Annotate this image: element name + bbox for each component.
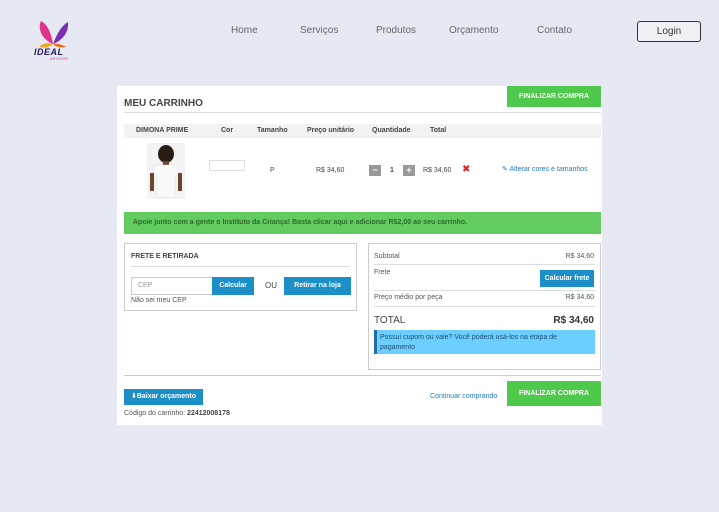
calcular-button[interactable]: Calcular	[212, 277, 254, 295]
color-swatch[interactable]	[209, 160, 245, 171]
cart-card: MEU CARRINHO FINALIZAR COMPRA DIMONA PRI…	[117, 86, 602, 425]
nao-sei-cep-link[interactable]: Não sei meu CEP	[131, 297, 187, 304]
retirar-na-loja-button[interactable]: Retirar na loja	[284, 277, 351, 295]
divider	[124, 375, 601, 376]
col-preco-unitario: Preço unitário	[307, 127, 355, 134]
total-value: R$ 34,60	[553, 315, 594, 326]
finalizar-compra-top-button[interactable]: FINALIZAR COMPRA	[507, 86, 601, 107]
remove-item-icon[interactable]: ✖	[462, 164, 470, 175]
divider	[374, 290, 595, 291]
subtotal-label: Subtotal	[374, 253, 400, 260]
nav-servicos[interactable]: Serviços	[300, 25, 338, 36]
cep-input[interactable]: CEP	[131, 277, 213, 295]
order-summary: Subtotal R$ 34,60 Frete Calcular frete P…	[368, 243, 601, 370]
col-total: Total	[430, 127, 447, 134]
frete-label: Frete	[374, 269, 391, 276]
pencil-icon: ✎	[502, 166, 508, 173]
cupom-notice: Possui cupom ou vale? Você poderá usá-lo…	[374, 330, 595, 354]
cart-code-value: 22412008178	[187, 410, 230, 417]
finalizar-compra-bottom-button[interactable]: FINALIZAR COMPRA	[507, 381, 601, 406]
cart-table-header: DIMONA PRIME Cor Tamanho Preço unitário …	[124, 124, 601, 138]
col-quantidade: Quantidade	[372, 127, 411, 134]
nav-produtos[interactable]: Produtos	[376, 25, 416, 36]
login-button[interactable]: Login	[637, 21, 701, 42]
baixar-orcamento-button[interactable]: ⬇Baixar orçamento	[124, 389, 203, 405]
nav-orcamento[interactable]: Orçamento	[449, 25, 498, 36]
col-tamanho: Tamanho	[257, 127, 288, 134]
ou-label: OU	[265, 281, 277, 290]
item-unit-price: R$ 34,60	[316, 167, 345, 174]
alter-link-label: Alterar cores e tamanhos	[509, 166, 588, 173]
continuar-comprando-link[interactable]: Continuar comprando	[430, 393, 497, 400]
total-label: TOTAL	[374, 315, 406, 326]
nav-contato[interactable]: Contato	[537, 25, 572, 36]
preco-medio-value: R$ 34,60	[565, 294, 594, 301]
subtotal-value: R$ 34,60	[565, 253, 594, 260]
nav-home[interactable]: Home	[231, 25, 258, 36]
quantity-decrease-button[interactable]: −	[369, 165, 381, 176]
frete-panel: FRETE E RETIRADA CEP Calcular OU Retirar…	[124, 243, 357, 311]
cart-title: MEU CARRINHO	[124, 98, 203, 109]
divider	[131, 266, 350, 267]
divider	[124, 112, 601, 113]
promo-banner[interactable]: Apoie junto com a gente o Instituto da C…	[124, 212, 601, 234]
item-total: R$ 34,60	[423, 167, 452, 174]
product-image	[147, 143, 185, 199]
item-quantity[interactable]: 1	[390, 167, 394, 174]
calcular-frete-button[interactable]: Calcular frete	[540, 270, 594, 287]
item-size: P	[270, 167, 275, 174]
col-product: DIMONA PRIME	[136, 127, 189, 134]
cart-code: Código do carrinho: 22412008178	[124, 410, 230, 417]
frete-title: FRETE E RETIRADA	[131, 253, 199, 260]
divider	[374, 264, 595, 265]
baixar-orcamento-label: Baixar orçamento	[136, 393, 196, 400]
preco-medio-label: Preço médio por peça	[374, 294, 443, 301]
quantity-increase-button[interactable]: +	[403, 165, 415, 176]
divider	[374, 306, 595, 307]
col-cor: Cor	[221, 127, 234, 134]
logo-subtitle: ARTIGOS	[50, 56, 68, 61]
alter-colors-sizes-link[interactable]: ✎ Alterar cores e tamanhos	[502, 165, 588, 173]
butterfly-logo-icon	[39, 21, 69, 48]
cart-code-label: Código do carrinho:	[124, 410, 186, 417]
